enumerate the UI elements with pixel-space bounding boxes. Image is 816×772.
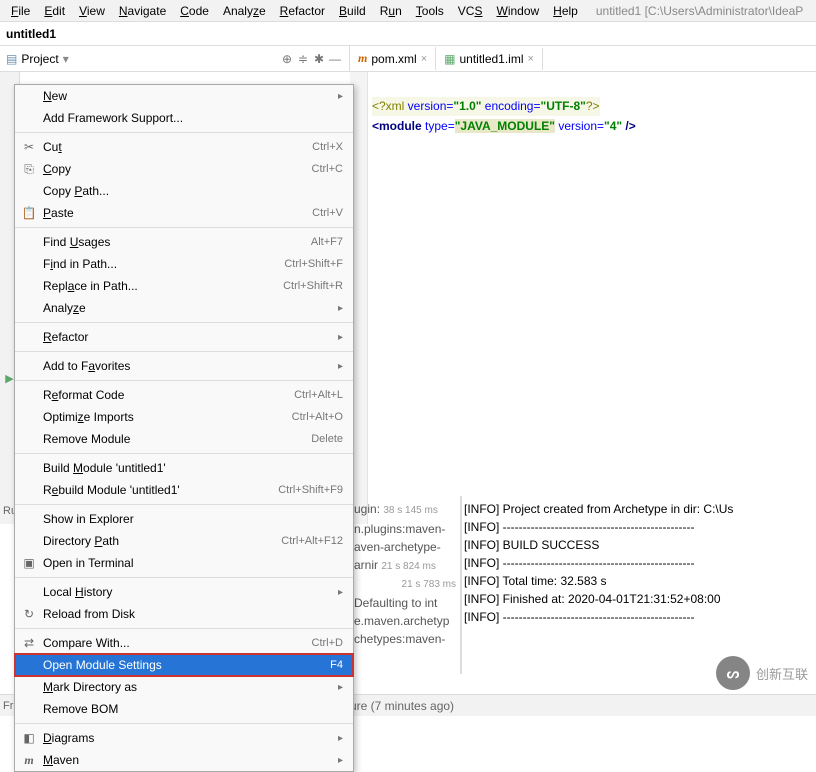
menu-item-icon: ✂ xyxy=(21,140,37,154)
menu-item[interactable]: ⇄Compare With...Ctrl+D xyxy=(15,632,353,654)
watermark: ᔕ 创新互联 xyxy=(716,656,808,690)
menu-item[interactable]: Reformat CodeCtrl+Alt+L xyxy=(15,384,353,406)
breadcrumb: untitled1 xyxy=(0,22,816,46)
project-icon: ▤ xyxy=(6,52,17,66)
project-panel-label[interactable]: Project xyxy=(21,52,58,66)
menu-item[interactable]: Copy Path... xyxy=(15,180,353,202)
menu-item[interactable]: ⎘CopyCtrl+C xyxy=(15,158,353,180)
menu-item[interactable]: Remove ModuleDelete xyxy=(15,428,353,450)
menu-item-icon: ↻ xyxy=(21,607,37,621)
maven-icon: m xyxy=(358,51,367,66)
menu-tools[interactable]: Tools xyxy=(409,2,451,20)
menu-file[interactable]: File xyxy=(4,2,37,20)
menu-item[interactable]: New▸ xyxy=(15,85,353,107)
menu-code[interactable]: Code xyxy=(173,2,216,20)
menu-analyze[interactable]: Analyze xyxy=(216,2,273,20)
menu-help[interactable]: Help xyxy=(546,2,585,20)
menu-item[interactable]: Replace in Path...Ctrl+Shift+R xyxy=(15,275,353,297)
menu-item[interactable]: Build Module 'untitled1' xyxy=(15,457,353,479)
menu-item-icon: ⎘ xyxy=(21,162,37,177)
menu-build[interactable]: Build xyxy=(332,2,373,20)
tab-pom-xml[interactable]: m pom.xml × xyxy=(350,47,436,70)
locate-icon[interactable]: ⊕ xyxy=(279,51,295,67)
close-icon[interactable]: × xyxy=(421,53,427,65)
build-console: ugin: 38 s 145 ms n.plugins:maven- aven-… xyxy=(350,496,816,674)
menu-item[interactable]: ▣Open in Terminal xyxy=(15,552,353,574)
breadcrumb-root[interactable]: untitled1 xyxy=(6,27,56,41)
module-icon: ▦ xyxy=(444,52,455,66)
menu-item[interactable]: ✂CutCtrl+X xyxy=(15,136,353,158)
menu-item[interactable]: Add Framework Support... xyxy=(15,107,353,129)
expand-icon[interactable]: ≑ xyxy=(295,51,311,67)
toolbar-row: ▤ Project ▾ ⊕ ≑ ✱ — m pom.xml × ▦ untitl… xyxy=(0,46,816,72)
menu-item-icon: m xyxy=(21,753,37,768)
menu-item[interactable]: Remove BOM xyxy=(15,698,353,720)
left-rail-fr-label[interactable]: Fr xyxy=(3,700,13,712)
menu-item[interactable]: ↻Reload from Disk xyxy=(15,603,353,625)
run-icon[interactable]: ▶ xyxy=(5,372,13,385)
dropdown-icon[interactable]: ▾ xyxy=(63,52,69,66)
project-panel-header: ▤ Project ▾ ⊕ ≑ ✱ — xyxy=(0,46,350,71)
menu-view[interactable]: View xyxy=(72,2,112,20)
menu-vcs[interactable]: VCS xyxy=(451,2,490,20)
menu-item-icon: ▣ xyxy=(21,556,37,570)
menu-item[interactable]: Directory PathCtrl+Alt+F12 xyxy=(15,530,353,552)
menu-window[interactable]: Window xyxy=(489,2,546,20)
menu-item[interactable]: Add to Favorites▸ xyxy=(15,355,353,377)
context-menu: New▸Add Framework Support...✂CutCtrl+X⎘C… xyxy=(14,84,354,772)
menu-item[interactable]: Mark Directory as▸ xyxy=(15,676,353,698)
editor-tabs: m pom.xml × ▦ untitled1.iml × xyxy=(350,46,543,71)
menu-item[interactable]: Rebuild Module 'untitled1'Ctrl+Shift+F9 xyxy=(15,479,353,501)
menu-item[interactable]: mMaven▸ xyxy=(15,749,353,771)
menu-run[interactable]: Run xyxy=(373,2,409,20)
watermark-logo-icon: ᔕ xyxy=(716,656,750,690)
menu-item[interactable]: ◧Diagrams▸ xyxy=(15,727,353,749)
settings-icon[interactable]: ✱ xyxy=(311,51,327,67)
menu-item[interactable]: Local History▸ xyxy=(15,581,353,603)
menu-item[interactable]: Find UsagesAlt+F7 xyxy=(15,231,353,253)
menubar: File Edit View Navigate Code Analyze Ref… xyxy=(0,0,816,22)
tab-untitled1-iml[interactable]: ▦ untitled1.iml × xyxy=(436,48,543,70)
menu-edit[interactable]: Edit xyxy=(37,2,72,20)
code-editor[interactable]: <?xml version="1.0" encoding="UTF-8"?> <… xyxy=(350,72,816,524)
menu-item[interactable]: Find in Path...Ctrl+Shift+F xyxy=(15,253,353,275)
menu-item[interactable]: Refactor▸ xyxy=(15,326,353,348)
menu-navigate[interactable]: Navigate xyxy=(112,2,173,20)
menu-item[interactable]: Open Module SettingsF4 xyxy=(15,654,353,676)
window-title-path: untitled1 [C:\Users\Administrator\IdeaP xyxy=(589,2,810,20)
build-tree[interactable]: ugin: 38 s 145 ms n.plugins:maven- aven-… xyxy=(350,496,460,674)
menu-item[interactable]: 📋PasteCtrl+V xyxy=(15,202,353,224)
console-output[interactable]: [INFO] Project created from Archetype in… xyxy=(460,496,816,674)
menu-item-icon: ◧ xyxy=(21,731,37,745)
menu-item[interactable]: Show in Explorer xyxy=(15,508,353,530)
collapse-icon[interactable]: — xyxy=(327,51,343,67)
menu-item-icon: 📋 xyxy=(21,206,37,220)
code-content: <?xml version="1.0" encoding="UTF-8"?> <… xyxy=(372,78,636,156)
close-icon[interactable]: × xyxy=(528,53,534,65)
menu-item-icon: ⇄ xyxy=(21,636,37,650)
menu-item[interactable]: Analyze▸ xyxy=(15,297,353,319)
menu-item[interactable]: Optimize ImportsCtrl+Alt+O xyxy=(15,406,353,428)
menu-refactor[interactable]: Refactor xyxy=(273,2,332,20)
